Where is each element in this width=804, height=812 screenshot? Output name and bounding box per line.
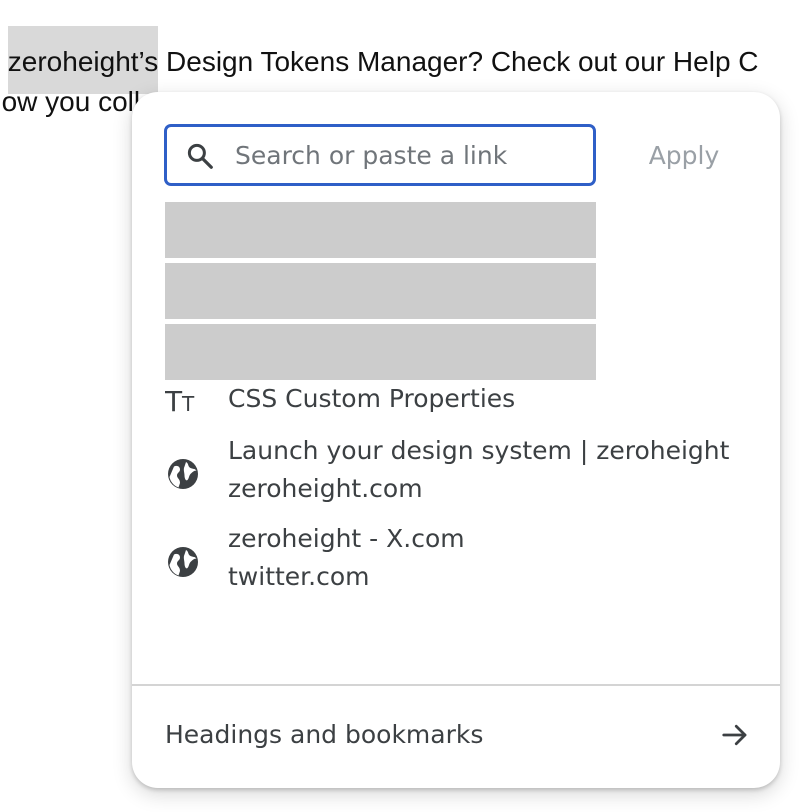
link-search-input[interactable]: [235, 127, 575, 183]
headings-and-bookmarks-label: Headings and bookmarks: [165, 720, 484, 749]
suggestion-domain: zeroheight.com: [228, 474, 423, 503]
redacted-result-row[interactable]: [165, 202, 596, 258]
redacted-result-row[interactable]: [165, 263, 596, 319]
headings-and-bookmarks-button[interactable]: Headings and bookmarks: [132, 686, 780, 788]
document-line: how you coll: [0, 86, 141, 117]
link-search-box[interactable]: [164, 124, 596, 186]
suggestion-link-zeroheight[interactable]: Launch your design system | zeroheight z…: [132, 432, 780, 514]
svg-text:T: T: [165, 388, 183, 416]
selected-text-highlight[interactable]: zeroheight’s: [7, 26, 159, 94]
suggestion-link-twitter[interactable]: zeroheight - X.com twitter.com: [132, 520, 780, 602]
redacted-results: [165, 202, 596, 385]
globe-icon: [168, 547, 198, 577]
insert-link-popup: Apply T T CSS Custom Properties Launch y…: [132, 92, 780, 788]
arrow-right-icon: [722, 724, 747, 746]
search-icon: [187, 143, 213, 169]
text-format-icon: T T: [165, 388, 195, 416]
suggestion-heading-css-custom-properties[interactable]: T T CSS Custom Properties: [132, 380, 780, 424]
svg-text:T: T: [181, 392, 195, 416]
suggestion-title: CSS Custom Properties: [228, 384, 516, 413]
suggestion-title: zeroheight - X.com: [228, 524, 465, 553]
document-text: Design Tokens Manager? Check out our Hel…: [158, 46, 759, 77]
apply-button[interactable]: Apply: [632, 132, 736, 178]
suggestion-domain: twitter.com: [228, 562, 370, 591]
redacted-result-row[interactable]: [165, 324, 596, 380]
suggestion-title: Launch your design system | zeroheight: [228, 436, 730, 465]
document-line: it zeroheight’s Design Tokens Manager? C…: [0, 26, 759, 94]
document-text: it: [0, 46, 8, 77]
globe-icon: [168, 459, 198, 489]
